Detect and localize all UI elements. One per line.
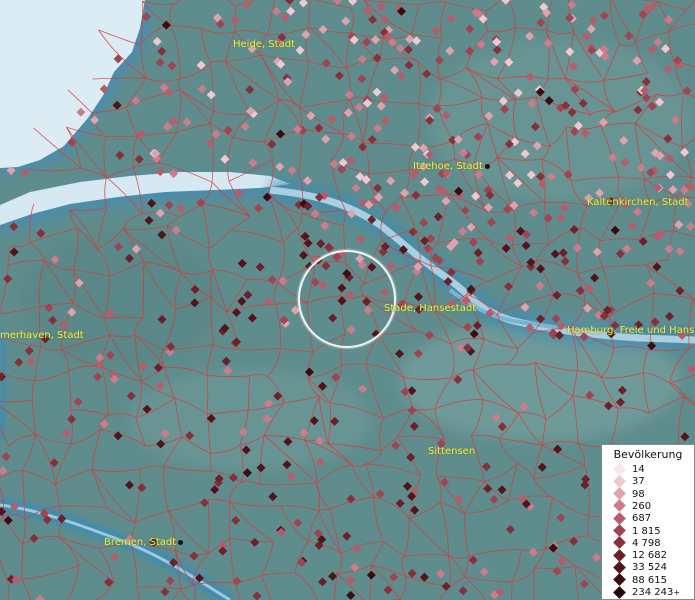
legend-swatch	[613, 524, 626, 537]
legend-label: 88 615	[632, 574, 667, 586]
legend-swatch	[613, 511, 626, 525]
legend-entry: 234 243+	[613, 585, 681, 599]
legend-swatch	[613, 499, 626, 513]
legend-title: Bevölkerung	[613, 448, 683, 461]
legend-entry: 687	[613, 511, 652, 525]
place-label-kaltenkirchen: Kaltenkirchen, Stadt	[587, 197, 689, 208]
legend-label: 12 682	[632, 550, 667, 562]
place-label-hamburg: Hamburg, Freie und Hans	[567, 325, 695, 336]
legend-entry: 12 682	[613, 548, 667, 562]
legend-label: 98	[632, 488, 645, 500]
legend-swatch	[613, 548, 626, 562]
place-label-sittensen: Sittensen	[428, 446, 476, 457]
legend-entry: 4 798	[613, 536, 661, 550]
legend-swatch	[613, 585, 626, 599]
place-dot	[484, 163, 490, 169]
legend-swatch	[613, 462, 626, 476]
place-dot	[178, 539, 184, 545]
place-label-itzehoe: Itzehoe, Stadt	[413, 161, 490, 172]
place-label-stade: Stade, Hansestadt	[384, 303, 477, 314]
legend-label: 1 815	[632, 525, 661, 537]
legend-entry: 260	[613, 499, 652, 513]
legend-label: 4 798	[632, 537, 661, 549]
legend-label: 33 524	[632, 562, 667, 574]
population-legend: Bevölkerung 14 37 98 260 687 1 815 4 798 12 682…	[601, 444, 695, 600]
place-label-heide: Heide, Stadt	[233, 39, 295, 50]
legend-swatch	[613, 573, 626, 587]
legend-swatch	[613, 561, 626, 574]
legend-label: 234 243	[632, 587, 674, 598]
legend-label: 687	[632, 513, 652, 525]
legend-plus: +	[673, 588, 681, 597]
place-label-bremerhaven: merhaven, Stadt	[0, 330, 84, 341]
legend-swatch	[613, 536, 626, 550]
legend-label: 14	[632, 464, 645, 475]
focus-ring	[298, 250, 396, 348]
place-label-bremen: Bremen, Stadt	[104, 537, 184, 548]
legend-swatch	[613, 487, 626, 500]
legend-entry: 1 815	[613, 524, 661, 538]
legend-entry: 33 524	[613, 561, 667, 574]
legend-entry: 88 615	[613, 573, 667, 587]
legend-label: 260	[632, 500, 652, 512]
legend-label: 37	[632, 476, 645, 488]
legend-swatch	[613, 474, 626, 488]
